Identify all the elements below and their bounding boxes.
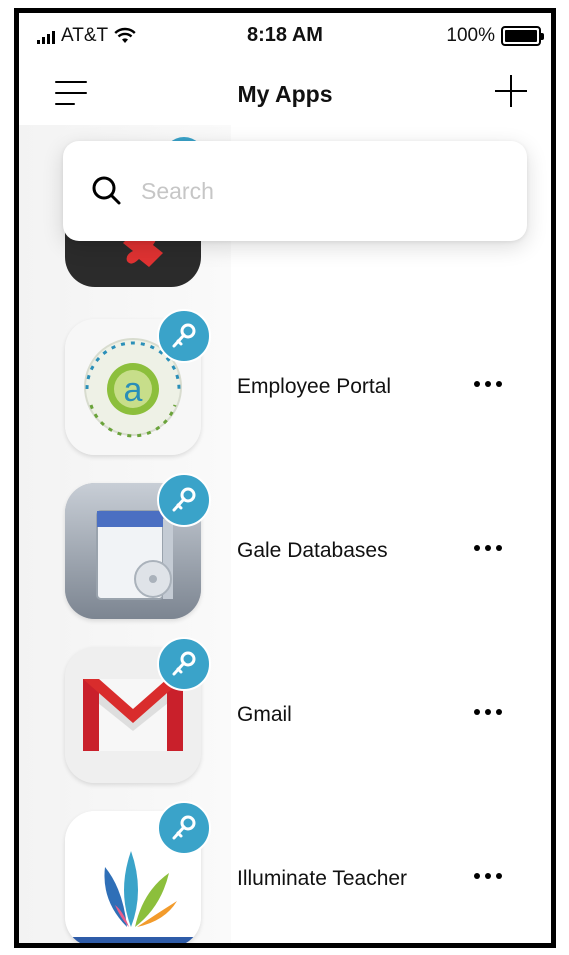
app-row-employee-portal[interactable]: a Employee Portal — [19, 309, 551, 459]
search-icon — [92, 176, 121, 205]
search-bar[interactable] — [63, 141, 527, 241]
search-input[interactable] — [141, 171, 501, 211]
app-row-gale-databases[interactable]: Gale Databases — [19, 473, 551, 623]
app-row-gmail[interactable]: Gmail — [19, 637, 551, 787]
key-icon — [157, 637, 211, 691]
svg-text:a: a — [124, 371, 143, 409]
more-options-button[interactable] — [463, 533, 513, 563]
app-row-illuminate-teacher[interactable]: Illuminate Teacher — [19, 801, 551, 943]
app-name: Gmail — [237, 703, 292, 726]
key-icon — [157, 309, 211, 363]
status-bar-right: 100% — [446, 25, 544, 47]
status-bar: AT&T 8:18 AM 100% — [19, 13, 551, 61]
app-name: Gale Databases — [237, 539, 388, 562]
add-app-button[interactable] — [493, 73, 529, 109]
page-title: My Apps — [237, 81, 333, 107]
more-options-button[interactable] — [463, 369, 513, 399]
app-name: Employee Portal — [237, 375, 392, 398]
more-options-button[interactable] — [463, 697, 513, 727]
more-options-button[interactable] — [463, 861, 513, 891]
battery-percent: 100% — [446, 25, 495, 46]
key-icon — [157, 473, 211, 527]
key-icon — [157, 801, 211, 855]
app-name: Illuminate Teacher — [237, 867, 408, 890]
navigation-bar: My Apps — [19, 63, 551, 123]
phone-screen: AT&T 8:18 AM 100% My Apps Search a Emplo… — [14, 8, 556, 948]
battery-icon — [501, 26, 544, 46]
